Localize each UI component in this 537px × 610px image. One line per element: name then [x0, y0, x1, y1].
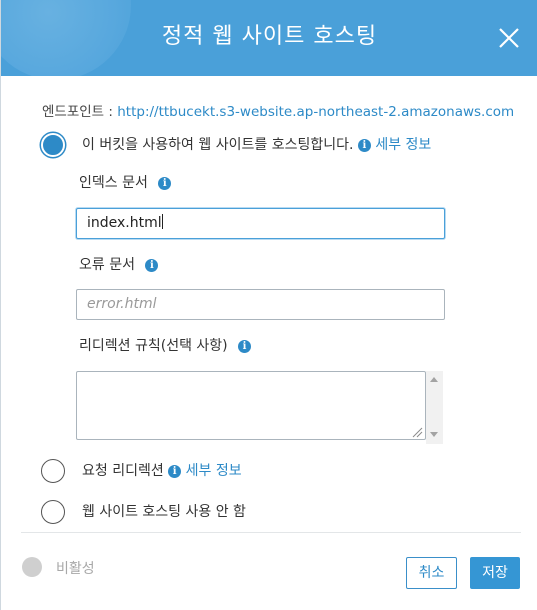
endpoint-label: 엔드포인트 : [42, 104, 118, 120]
option-host-website: 이 버킷을 사용하여 웹 사이트를 호스팅합니다. i 세부 정보 [82, 134, 431, 154]
host-website-label: 이 버킷을 사용하여 웹 사이트를 호스팅합니다. [82, 137, 354, 153]
close-icon [499, 28, 519, 48]
endpoint-row: 엔드포인트 : http://ttbucekt.s3-website.ap-no… [42, 100, 514, 120]
info-icon[interactable]: i [357, 139, 371, 152]
scroll-up-icon[interactable] [430, 377, 438, 382]
info-icon[interactable]: i [168, 465, 182, 478]
error-document-input[interactable]: error.html [76, 289, 445, 320]
radio-redirect-requests[interactable] [41, 459, 65, 483]
redirect-requests-label: 요청 리디렉션 [82, 463, 164, 479]
info-icon[interactable]: i [145, 259, 159, 272]
cancel-button[interactable]: 취소 [406, 557, 457, 589]
textarea-scrollbar[interactable] [426, 371, 443, 444]
option-redirect-requests: 요청 리디렉션 i 세부 정보 [82, 460, 242, 480]
disable-hosting-label: 웹 사이트 호스팅 사용 안 함 [82, 504, 246, 520]
error-document-label: 오류 문서 [79, 257, 135, 273]
redirect-details-link[interactable]: 세부 정보 [186, 463, 242, 479]
index-document-value: index.html [87, 215, 162, 231]
radio-host-website[interactable] [41, 133, 65, 157]
endpoint-url-link[interactable]: http://ttbucekt.s3-website.ap-northeast-… [117, 104, 514, 120]
scroll-down-icon[interactable] [430, 432, 438, 437]
redirect-rules-textarea[interactable] [76, 371, 426, 440]
dialog-title: 정적 웹 사이트 호스팅 [161, 24, 378, 49]
resize-grip-icon[interactable] [411, 426, 423, 438]
index-document-label-row: 인덱스 문서 i [79, 172, 172, 192]
info-icon[interactable]: i [158, 177, 172, 190]
index-document-label: 인덱스 문서 [79, 175, 148, 191]
error-document-label-row: 오류 문서 i [79, 254, 159, 274]
info-icon[interactable]: i [238, 340, 252, 353]
redirect-rules-label: 리디렉션 규칙(선택 사항) [79, 338, 228, 354]
status-text: 비활성 [56, 561, 95, 577]
dialog-header: 정적 웹 사이트 호스팅 [1, 0, 537, 76]
radio-disable-hosting[interactable] [41, 500, 65, 524]
index-document-input[interactable]: index.html [76, 208, 445, 239]
text-caret [161, 214, 163, 229]
close-button[interactable] [495, 24, 523, 52]
status-indicator-icon [22, 557, 42, 577]
error-document-placeholder: error.html [87, 296, 157, 312]
save-button[interactable]: 저장 [470, 557, 520, 589]
host-website-details-link[interactable]: 세부 정보 [375, 137, 431, 153]
redirect-rules-label-row: 리디렉션 규칙(선택 사항) i [79, 335, 252, 355]
static-website-hosting-dialog: 정적 웹 사이트 호스팅 엔드포인트 : http://ttbucekt.s3-… [0, 0, 537, 610]
divider [21, 532, 521, 533]
